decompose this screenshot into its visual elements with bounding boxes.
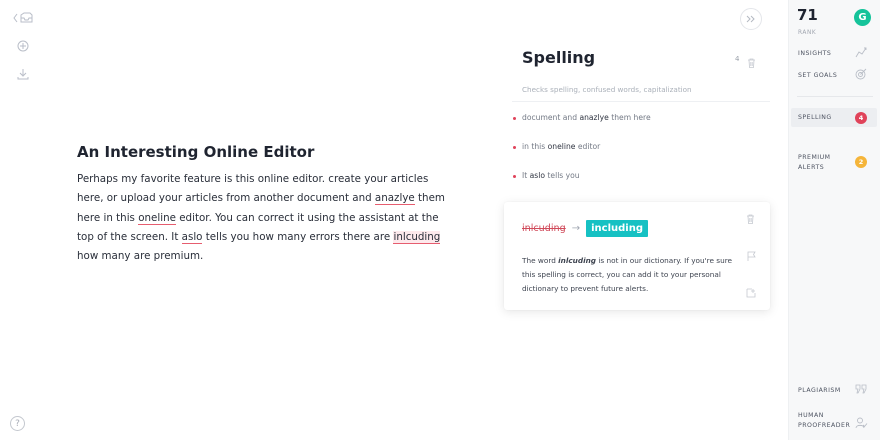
- spelling-error[interactable]: anazlye: [374, 192, 415, 206]
- text-run: tells you how many errors there are: [202, 230, 394, 243]
- trash-icon[interactable]: [747, 53, 756, 72]
- download-icon[interactable]: [10, 64, 36, 84]
- accept-suggestion-button[interactable]: including: [586, 220, 648, 237]
- issue-word: aslo: [529, 171, 546, 180]
- sidebar-item-set-goals[interactable]: SET GOALS: [798, 71, 837, 81]
- arrow-icon: →: [571, 223, 581, 234]
- collapse-panel-icon[interactable]: [740, 8, 762, 30]
- suggestion-card[interactable]: inlcuding → including The word inlcuding…: [504, 202, 770, 310]
- issue-word: anazlye: [579, 113, 609, 122]
- issue-item[interactable]: in this oneline editor: [513, 142, 600, 151]
- add-to-dictionary-icon[interactable]: [746, 288, 756, 301]
- spelling-count-badge: 4: [855, 112, 867, 124]
- right-sidebar: 71 RANK G INSIGHTS SET GOALS SPELLING 4 …: [788, 0, 880, 440]
- issue-item[interactable]: It aslo tells you: [513, 171, 580, 180]
- premium-count-badge: 2: [855, 156, 867, 168]
- issue-context: them here: [608, 113, 651, 122]
- sidebar-item-premium-alerts[interactable]: PREMIUM ALERTS: [798, 153, 830, 173]
- error-dot: [513, 116, 516, 120]
- issue-word: oneline: [547, 142, 576, 151]
- misspelled-word: inlcuding: [522, 223, 566, 234]
- sidebar-item-spelling[interactable]: SPELLING: [798, 113, 832, 123]
- grammarly-logo-icon[interactable]: G: [854, 9, 871, 26]
- proofreader-label-line: PROOFREADER: [798, 422, 851, 429]
- help-icon[interactable]: ?: [10, 416, 25, 431]
- premium-label-line: PREMIUM: [798, 154, 831, 161]
- divider: [512, 101, 770, 102]
- proofreader-label-line: HUMAN: [798, 412, 824, 419]
- text-run: how many are premium.: [77, 250, 204, 263]
- premium-label-line: ALERTS: [798, 164, 825, 171]
- spelling-error[interactable]: aslo: [181, 230, 203, 244]
- overall-score: 71: [797, 6, 818, 24]
- error-dot: [513, 174, 516, 178]
- panel-title: Spelling: [522, 48, 596, 67]
- trash-icon[interactable]: [746, 214, 755, 227]
- sidebar-item-insights[interactable]: INSIGHTS: [798, 49, 831, 59]
- quote-icon[interactable]: [855, 384, 867, 398]
- chart-line-icon[interactable]: [855, 46, 868, 61]
- divider: [797, 96, 873, 97]
- text-run: The word: [522, 256, 559, 265]
- issue-context: editor: [575, 142, 601, 151]
- person-check-icon[interactable]: [855, 417, 868, 432]
- document-editor[interactable]: An Interesting Online Editor Perhaps my …: [77, 143, 447, 266]
- issue-context: tells you: [545, 171, 580, 180]
- issue-context: in this: [522, 142, 548, 151]
- new-document-icon[interactable]: [10, 36, 36, 56]
- sidebar-item-human-proofreader[interactable]: HUMAN PROOFREADER: [798, 411, 850, 431]
- score-label: RANK: [798, 30, 817, 36]
- issue-context: It: [522, 171, 530, 180]
- issue-item[interactable]: document and anazlye them here: [513, 113, 651, 122]
- issue-count: 4: [735, 55, 740, 63]
- spelling-error-active[interactable]: inlcuding: [393, 230, 441, 244]
- document-body[interactable]: Perhaps my favorite feature is this onli…: [77, 170, 447, 266]
- left-rail: ?: [0, 0, 40, 440]
- error-dot: [513, 145, 516, 149]
- target-icon[interactable]: [855, 68, 867, 83]
- back-to-documents-icon[interactable]: [10, 8, 36, 28]
- suggestion-header: inlcuding → including: [522, 220, 648, 237]
- document-title[interactable]: An Interesting Online Editor: [77, 143, 447, 161]
- sidebar-item-plagiarism[interactable]: PLAGIARISM: [798, 386, 841, 396]
- suggestion-explanation: The word inlcuding is not in our diction…: [522, 254, 740, 296]
- issue-context: document and: [522, 113, 580, 122]
- explained-word: inlcuding: [558, 256, 597, 265]
- panel-subtitle: Checks spelling, confused words, capital…: [522, 85, 692, 94]
- spelling-error[interactable]: oneline: [138, 211, 176, 225]
- flag-icon[interactable]: [747, 251, 756, 264]
